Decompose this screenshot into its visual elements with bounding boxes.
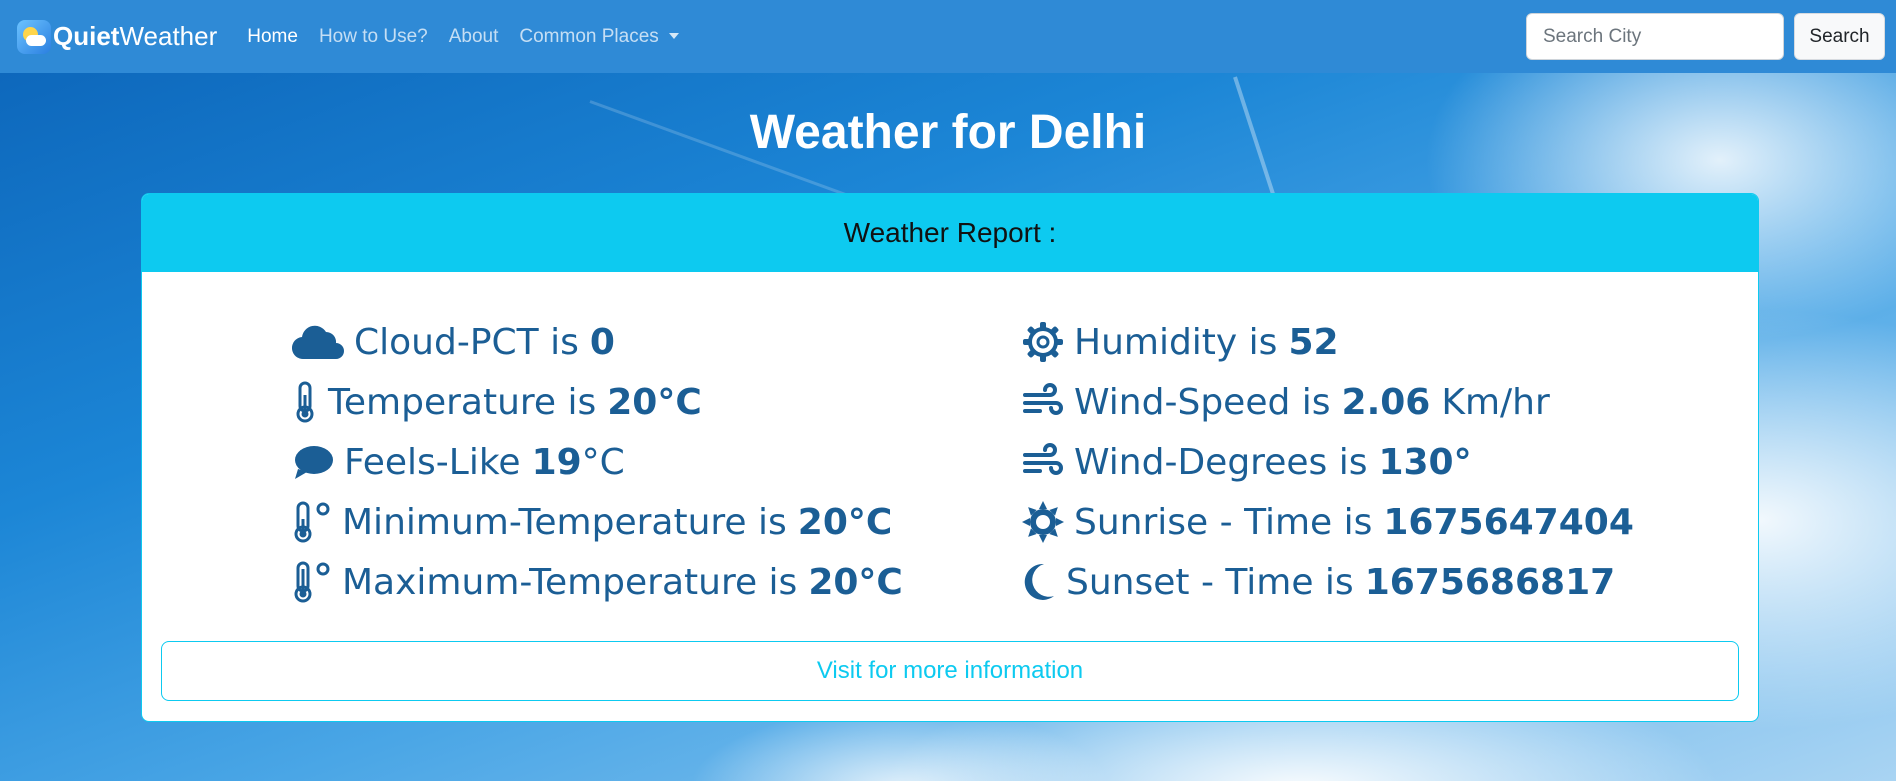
wind-icon xyxy=(1022,443,1064,481)
metrics: Cloud-PCT is 0 Temperature is 20°C Feels-L… xyxy=(142,272,1758,632)
chevron-down-icon xyxy=(668,33,679,40)
card-header: Weather Report : xyxy=(142,194,1758,272)
humidity-row: Humidity is 52 xyxy=(1022,312,1634,372)
weather-report-card: Weather Report : Cloud-PCT is 0 Temperatu… xyxy=(141,193,1759,722)
nav-common-places-dropdown[interactable]: Common Places xyxy=(519,26,679,48)
max-temperature-row: Maximum-Temperature is 20°C xyxy=(292,552,903,612)
weather-logo-icon xyxy=(17,19,51,54)
nav-home[interactable]: Home xyxy=(247,26,298,48)
brand[interactable]: QuietWeather xyxy=(17,19,218,54)
gear-icon xyxy=(1022,321,1064,363)
cloud-icon xyxy=(292,323,344,361)
metrics-right-column: Humidity is 52 Wind-Speed is 2.06 Km/hr Win… xyxy=(1022,312,1634,612)
search-form: Search xyxy=(1526,13,1885,60)
brand-name: QuietWeather xyxy=(53,21,218,51)
sun-icon xyxy=(1022,501,1064,543)
metrics-left-column: Cloud-PCT is 0 Temperature is 20°C Feels-L… xyxy=(292,312,903,612)
navbar: QuietWeather Home How to Use? About Comm… xyxy=(0,0,1896,73)
min-temperature-row: Minimum-Temperature is 20°C xyxy=(292,492,903,552)
feels-like-row: Feels-Like 19 °C xyxy=(292,432,903,492)
wind-speed-row: Wind-Speed is 2.06 Km/hr xyxy=(1022,372,1634,432)
sunrise-row: Sunrise - Time is 1675647404 xyxy=(1022,492,1634,552)
search-button[interactable]: Search xyxy=(1794,13,1885,60)
sunset-row: Sunset - Time is 1675686817 xyxy=(1022,552,1634,612)
moon-icon xyxy=(1022,562,1056,602)
thermometer-icon xyxy=(292,381,318,423)
search-input[interactable] xyxy=(1526,13,1784,60)
nav-links: Home How to Use? About Common Places xyxy=(247,26,700,48)
page-title: Weather for Delhi xyxy=(749,106,1147,159)
nav-how-to-use[interactable]: How to Use? xyxy=(319,26,428,48)
more-information-button[interactable]: Visit for more information xyxy=(161,641,1739,701)
thermometer-high-icon xyxy=(292,561,332,603)
wind-icon xyxy=(1022,383,1064,421)
thermometer-low-icon xyxy=(292,501,332,543)
temperature-row: Temperature is 20°C xyxy=(292,372,903,432)
chat-icon xyxy=(292,443,334,481)
nav-about[interactable]: About xyxy=(449,26,499,48)
cloud-pct-row: Cloud-PCT is 0 xyxy=(292,312,903,372)
wind-degrees-row: Wind-Degrees is 130° xyxy=(1022,432,1634,492)
